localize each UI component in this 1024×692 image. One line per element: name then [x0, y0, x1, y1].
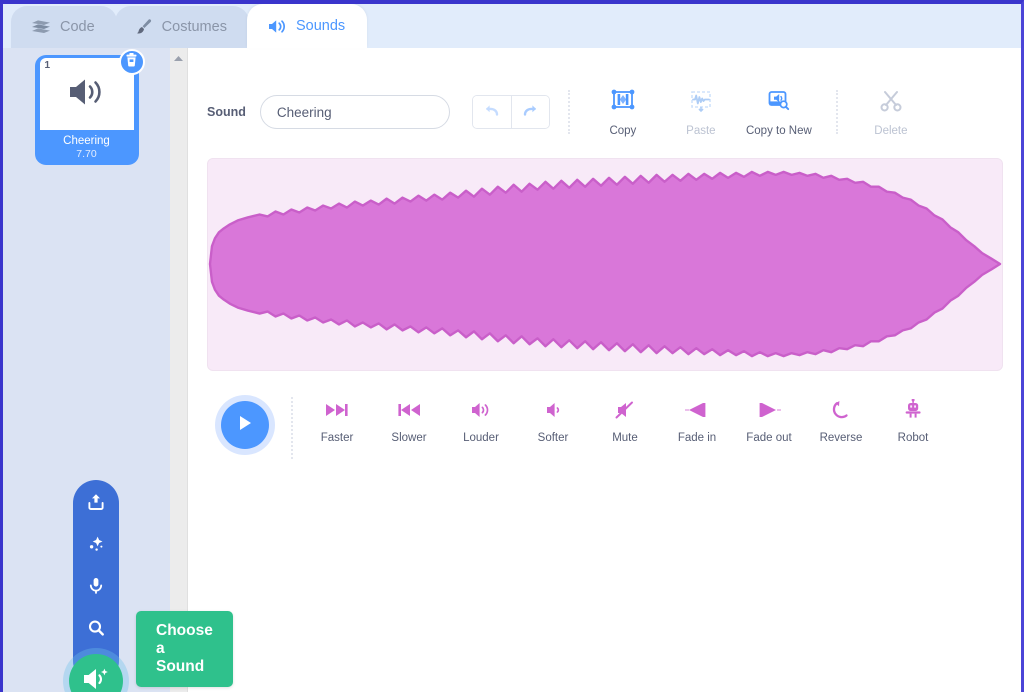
- sound-name-field-label: Sound: [207, 105, 246, 119]
- effect-label: Slower: [391, 432, 426, 444]
- play-button[interactable]: [221, 401, 269, 449]
- redo-button[interactable]: [511, 96, 549, 128]
- sound-duration-label: 7.70: [38, 148, 136, 160]
- sound-list: 1 Cheering 7.70: [3, 48, 170, 162]
- tool-label: Delete: [874, 125, 907, 137]
- fade-out-icon: [754, 397, 784, 423]
- undo-redo-group: [472, 95, 550, 129]
- undo-button[interactable]: [473, 96, 511, 128]
- effect-label: Fade in: [678, 432, 716, 444]
- rewind-icon: [394, 397, 424, 423]
- waveform-canvas[interactable]: [207, 158, 1003, 371]
- fast-forward-icon: [322, 397, 352, 423]
- redo-arrow-icon: [520, 102, 540, 123]
- sound-editor-panel: Sound: [189, 48, 1021, 692]
- sidebar-scrollbar[interactable]: [170, 48, 188, 692]
- waveform-graphic: [208, 159, 1002, 370]
- tab-label: Costumes: [162, 19, 227, 35]
- scroll-up-arrow-icon[interactable]: [170, 55, 187, 62]
- speaker-icon: [66, 76, 108, 113]
- copy-to-new-icon: [765, 88, 793, 119]
- effect-slower-button[interactable]: Slower: [373, 397, 445, 444]
- sound-name-label: Cheering: [38, 135, 136, 147]
- volume-mute-icon: [610, 397, 640, 423]
- paste-wave-icon: [687, 88, 715, 119]
- playback-and-effects-row: Faster Slower: [207, 397, 1021, 459]
- effect-label: Faster: [321, 432, 354, 444]
- magnifier-icon[interactable]: [86, 618, 106, 638]
- volume-down-icon: [538, 397, 568, 423]
- copy-to-new-button[interactable]: Copy to New: [740, 88, 818, 137]
- tab-code[interactable]: Code: [11, 6, 117, 48]
- sparkle-icon[interactable]: [86, 534, 106, 554]
- tab-label: Sounds: [296, 18, 345, 34]
- paintbrush-icon: [135, 18, 153, 36]
- robot-icon: [898, 397, 928, 423]
- effect-label: Softer: [538, 432, 569, 444]
- copy-button[interactable]: Copy: [584, 88, 662, 137]
- paste-button[interactable]: Paste: [662, 88, 740, 137]
- volume-up-icon: [466, 397, 496, 423]
- effect-louder-button[interactable]: Louder: [445, 397, 517, 444]
- tool-label: Copy: [609, 125, 636, 137]
- fade-in-icon: [682, 397, 712, 423]
- tab-costumes[interactable]: Costumes: [115, 6, 249, 48]
- delete-sound-button[interactable]: [119, 49, 145, 75]
- effect-fade-in-button[interactable]: Fade in: [661, 397, 733, 444]
- list-item[interactable]: 1 Cheering 7.70: [38, 58, 136, 162]
- trash-icon: [125, 53, 138, 72]
- effect-mute-button[interactable]: Mute: [589, 397, 661, 444]
- effects-divider: [291, 397, 293, 459]
- toolbar-divider-2: [836, 90, 838, 134]
- sound-selector-sidebar: 1 Cheering 7.70: [3, 48, 170, 692]
- code-blocks-icon: [31, 19, 51, 35]
- undo-arrow-icon: [482, 102, 502, 123]
- scratch-sounds-editor-window: Code Costumes Sounds: [0, 0, 1024, 692]
- effect-robot-button[interactable]: Robot: [877, 397, 949, 444]
- effect-label: Reverse: [820, 432, 863, 444]
- tab-sounds[interactable]: Sounds: [247, 4, 367, 48]
- speaker-plus-icon: [81, 666, 111, 692]
- speaker-icon: [267, 18, 287, 35]
- effect-label: Fade out: [746, 432, 791, 444]
- tool-label: Copy to New: [746, 125, 812, 137]
- tab-label: Code: [60, 19, 95, 35]
- copy-selection-icon: [609, 88, 637, 119]
- sound-editor-toolbar: Sound: [189, 48, 1021, 144]
- effect-faster-button[interactable]: Faster: [301, 397, 373, 444]
- upload-icon[interactable]: [86, 492, 106, 512]
- effect-label: Robot: [898, 432, 929, 444]
- play-triangle-icon: [236, 413, 254, 438]
- sound-index: 1: [45, 60, 51, 71]
- sound-thumbnail: 1: [40, 58, 134, 130]
- toolbar-divider-1: [568, 90, 570, 134]
- effect-label: Mute: [612, 432, 638, 444]
- microphone-icon[interactable]: [86, 576, 106, 596]
- effect-label: Louder: [463, 432, 499, 444]
- sound-name-input[interactable]: [260, 95, 450, 129]
- tab-bar: Code Costumes Sounds: [3, 4, 1021, 48]
- reverse-arrow-icon: [826, 397, 856, 423]
- choose-a-sound-tooltip: Choose a Sound: [136, 611, 233, 687]
- tool-label: Paste: [686, 125, 715, 137]
- delete-button[interactable]: Delete: [852, 88, 930, 137]
- effect-reverse-button[interactable]: Reverse: [805, 397, 877, 444]
- effect-fade-out-button[interactable]: Fade out: [733, 397, 805, 444]
- effect-softer-button[interactable]: Softer: [517, 397, 589, 444]
- scissors-icon: [877, 88, 905, 119]
- effects-list: Faster Slower: [301, 397, 949, 444]
